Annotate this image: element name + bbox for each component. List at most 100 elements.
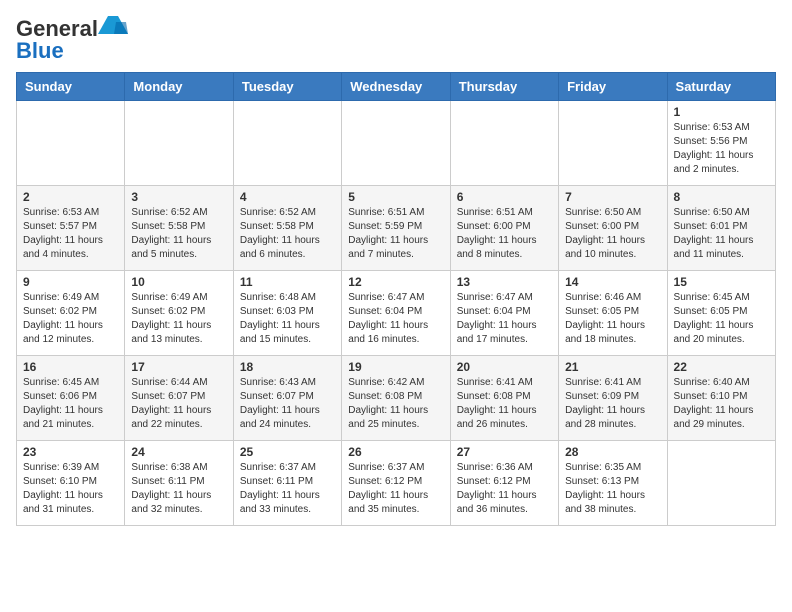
calendar-cell: 7 Sunrise: 6:50 AM Sunset: 6:00 PM Daylig… [559, 186, 667, 271]
cell-daylight-info: Sunrise: 6:38 AM Sunset: 6:11 PM Dayligh… [131, 461, 226, 517]
cell-daylight-info: Sunrise: 6:40 AM Sunset: 6:10 PM Dayligh… [674, 376, 769, 432]
day-number: 24 [131, 445, 226, 459]
day-number: 20 [457, 360, 552, 374]
calendar-cell [233, 101, 341, 186]
day-number: 13 [457, 275, 552, 289]
cell-daylight-info: Sunrise: 6:50 AM Sunset: 6:00 PM Dayligh… [565, 206, 660, 262]
day-number: 19 [348, 360, 443, 374]
day-number: 21 [565, 360, 660, 374]
day-number: 1 [674, 105, 769, 119]
cell-daylight-info: Sunrise: 6:35 AM Sunset: 6:13 PM Dayligh… [565, 461, 660, 517]
day-number: 22 [674, 360, 769, 374]
day-number: 7 [565, 190, 660, 204]
week-row-3: 9 Sunrise: 6:49 AM Sunset: 6:02 PM Daylig… [17, 271, 776, 356]
cell-daylight-info: Sunrise: 6:41 AM Sunset: 6:08 PM Dayligh… [457, 376, 552, 432]
cell-daylight-info: Sunrise: 6:49 AM Sunset: 6:02 PM Dayligh… [23, 291, 118, 347]
cell-daylight-info: Sunrise: 6:47 AM Sunset: 6:04 PM Dayligh… [348, 291, 443, 347]
day-number: 5 [348, 190, 443, 204]
calendar-cell: 4 Sunrise: 6:52 AM Sunset: 5:58 PM Daylig… [233, 186, 341, 271]
day-number: 14 [565, 275, 660, 289]
calendar-cell [450, 101, 558, 186]
day-number: 16 [23, 360, 118, 374]
calendar-cell: 28 Sunrise: 6:35 AM Sunset: 6:13 PM Dayli… [559, 441, 667, 526]
day-number: 8 [674, 190, 769, 204]
calendar-cell: 19 Sunrise: 6:42 AM Sunset: 6:08 PM Dayli… [342, 356, 450, 441]
cell-daylight-info: Sunrise: 6:51 AM Sunset: 6:00 PM Dayligh… [457, 206, 552, 262]
weekday-header-thursday: Thursday [450, 73, 558, 101]
week-row-2: 2 Sunrise: 6:53 AM Sunset: 5:57 PM Daylig… [17, 186, 776, 271]
logo-icon [98, 16, 128, 42]
calendar-cell: 1Sunrise: 6:53 AM Sunset: 5:56 PM Daylig… [667, 101, 775, 186]
calendar-cell: 24 Sunrise: 6:38 AM Sunset: 6:11 PM Dayli… [125, 441, 233, 526]
cell-daylight-info: Sunrise: 6:41 AM Sunset: 6:09 PM Dayligh… [565, 376, 660, 432]
weekday-header-tuesday: Tuesday [233, 73, 341, 101]
calendar-cell: 27Sunrise: 6:36 AM Sunset: 6:12 PM Dayli… [450, 441, 558, 526]
calendar-cell [667, 441, 775, 526]
logo: General Blue [16, 16, 128, 64]
cell-daylight-info: Sunrise: 6:52 AM Sunset: 5:58 PM Dayligh… [131, 206, 226, 262]
cell-daylight-info: Sunrise: 6:52 AM Sunset: 5:58 PM Dayligh… [240, 206, 335, 262]
cell-daylight-info: Sunrise: 6:51 AM Sunset: 5:59 PM Dayligh… [348, 206, 443, 262]
calendar-cell [17, 101, 125, 186]
cell-daylight-info: Sunrise: 6:39 AM Sunset: 6:10 PM Dayligh… [23, 461, 118, 517]
calendar-cell [125, 101, 233, 186]
day-number: 17 [131, 360, 226, 374]
week-row-1: 1Sunrise: 6:53 AM Sunset: 5:56 PM Daylig… [17, 101, 776, 186]
day-number: 28 [565, 445, 660, 459]
weekday-header-friday: Friday [559, 73, 667, 101]
cell-daylight-info: Sunrise: 6:53 AM Sunset: 5:57 PM Dayligh… [23, 206, 118, 262]
calendar-cell: 8 Sunrise: 6:50 AM Sunset: 6:01 PM Daylig… [667, 186, 775, 271]
calendar-cell: 15 Sunrise: 6:45 AM Sunset: 6:05 PM Dayli… [667, 271, 775, 356]
day-number: 3 [131, 190, 226, 204]
cell-daylight-info: Sunrise: 6:42 AM Sunset: 6:08 PM Dayligh… [348, 376, 443, 432]
calendar-cell: 13 Sunrise: 6:47 AM Sunset: 6:04 PM Dayli… [450, 271, 558, 356]
day-number: 11 [240, 275, 335, 289]
calendar-cell: 12 Sunrise: 6:47 AM Sunset: 6:04 PM Dayli… [342, 271, 450, 356]
calendar-cell: 5 Sunrise: 6:51 AM Sunset: 5:59 PM Daylig… [342, 186, 450, 271]
day-number: 15 [674, 275, 769, 289]
calendar-cell: 11 Sunrise: 6:48 AM Sunset: 6:03 PM Dayli… [233, 271, 341, 356]
calendar-cell: 18 Sunrise: 6:43 AM Sunset: 6:07 PM Dayli… [233, 356, 341, 441]
day-number: 18 [240, 360, 335, 374]
cell-daylight-info: Sunrise: 6:44 AM Sunset: 6:07 PM Dayligh… [131, 376, 226, 432]
calendar-cell [342, 101, 450, 186]
day-number: 9 [23, 275, 118, 289]
cell-daylight-info: Sunrise: 6:50 AM Sunset: 6:01 PM Dayligh… [674, 206, 769, 262]
day-number: 23 [23, 445, 118, 459]
day-number: 10 [131, 275, 226, 289]
calendar-cell: 17 Sunrise: 6:44 AM Sunset: 6:07 PM Dayli… [125, 356, 233, 441]
calendar-cell: 10 Sunrise: 6:49 AM Sunset: 6:02 PM Dayli… [125, 271, 233, 356]
week-row-4: 16Sunrise: 6:45 AM Sunset: 6:06 PM Dayli… [17, 356, 776, 441]
cell-daylight-info: Sunrise: 6:47 AM Sunset: 6:04 PM Dayligh… [457, 291, 552, 347]
weekday-header-wednesday: Wednesday [342, 73, 450, 101]
calendar-cell [559, 101, 667, 186]
header: General Blue [16, 16, 776, 64]
cell-daylight-info: Sunrise: 6:48 AM Sunset: 6:03 PM Dayligh… [240, 291, 335, 347]
cell-daylight-info: Sunrise: 6:43 AM Sunset: 6:07 PM Dayligh… [240, 376, 335, 432]
day-number: 4 [240, 190, 335, 204]
calendar-cell: 3 Sunrise: 6:52 AM Sunset: 5:58 PM Daylig… [125, 186, 233, 271]
weekday-header-sunday: Sunday [17, 73, 125, 101]
day-number: 26 [348, 445, 443, 459]
weekday-header-saturday: Saturday [667, 73, 775, 101]
calendar-cell: 26 Sunrise: 6:37 AM Sunset: 6:12 PM Dayli… [342, 441, 450, 526]
cell-daylight-info: Sunrise: 6:49 AM Sunset: 6:02 PM Dayligh… [131, 291, 226, 347]
day-number: 12 [348, 275, 443, 289]
calendar-cell: 6 Sunrise: 6:51 AM Sunset: 6:00 PM Daylig… [450, 186, 558, 271]
calendar-cell: 23 Sunrise: 6:39 AM Sunset: 6:10 PM Dayli… [17, 441, 125, 526]
calendar-cell: 9 Sunrise: 6:49 AM Sunset: 6:02 PM Daylig… [17, 271, 125, 356]
calendar-cell: 2 Sunrise: 6:53 AM Sunset: 5:57 PM Daylig… [17, 186, 125, 271]
cell-daylight-info: Sunrise: 6:45 AM Sunset: 6:05 PM Dayligh… [674, 291, 769, 347]
week-row-5: 23 Sunrise: 6:39 AM Sunset: 6:10 PM Dayli… [17, 441, 776, 526]
weekday-header-row: SundayMondayTuesdayWednesdayThursdayFrid… [17, 73, 776, 101]
calendar-cell: 21 Sunrise: 6:41 AM Sunset: 6:09 PM Dayli… [559, 356, 667, 441]
day-number: 6 [457, 190, 552, 204]
cell-daylight-info: Sunrise: 6:36 AM Sunset: 6:12 PM Dayligh… [457, 461, 552, 517]
logo-blue-text: Blue [16, 38, 64, 64]
weekday-header-monday: Monday [125, 73, 233, 101]
cell-daylight-info: Sunrise: 6:46 AM Sunset: 6:05 PM Dayligh… [565, 291, 660, 347]
cell-daylight-info: Sunrise: 6:37 AM Sunset: 6:12 PM Dayligh… [348, 461, 443, 517]
day-number: 2 [23, 190, 118, 204]
calendar-cell: 25Sunrise: 6:37 AM Sunset: 6:11 PM Dayli… [233, 441, 341, 526]
calendar-cell: 16Sunrise: 6:45 AM Sunset: 6:06 PM Dayli… [17, 356, 125, 441]
